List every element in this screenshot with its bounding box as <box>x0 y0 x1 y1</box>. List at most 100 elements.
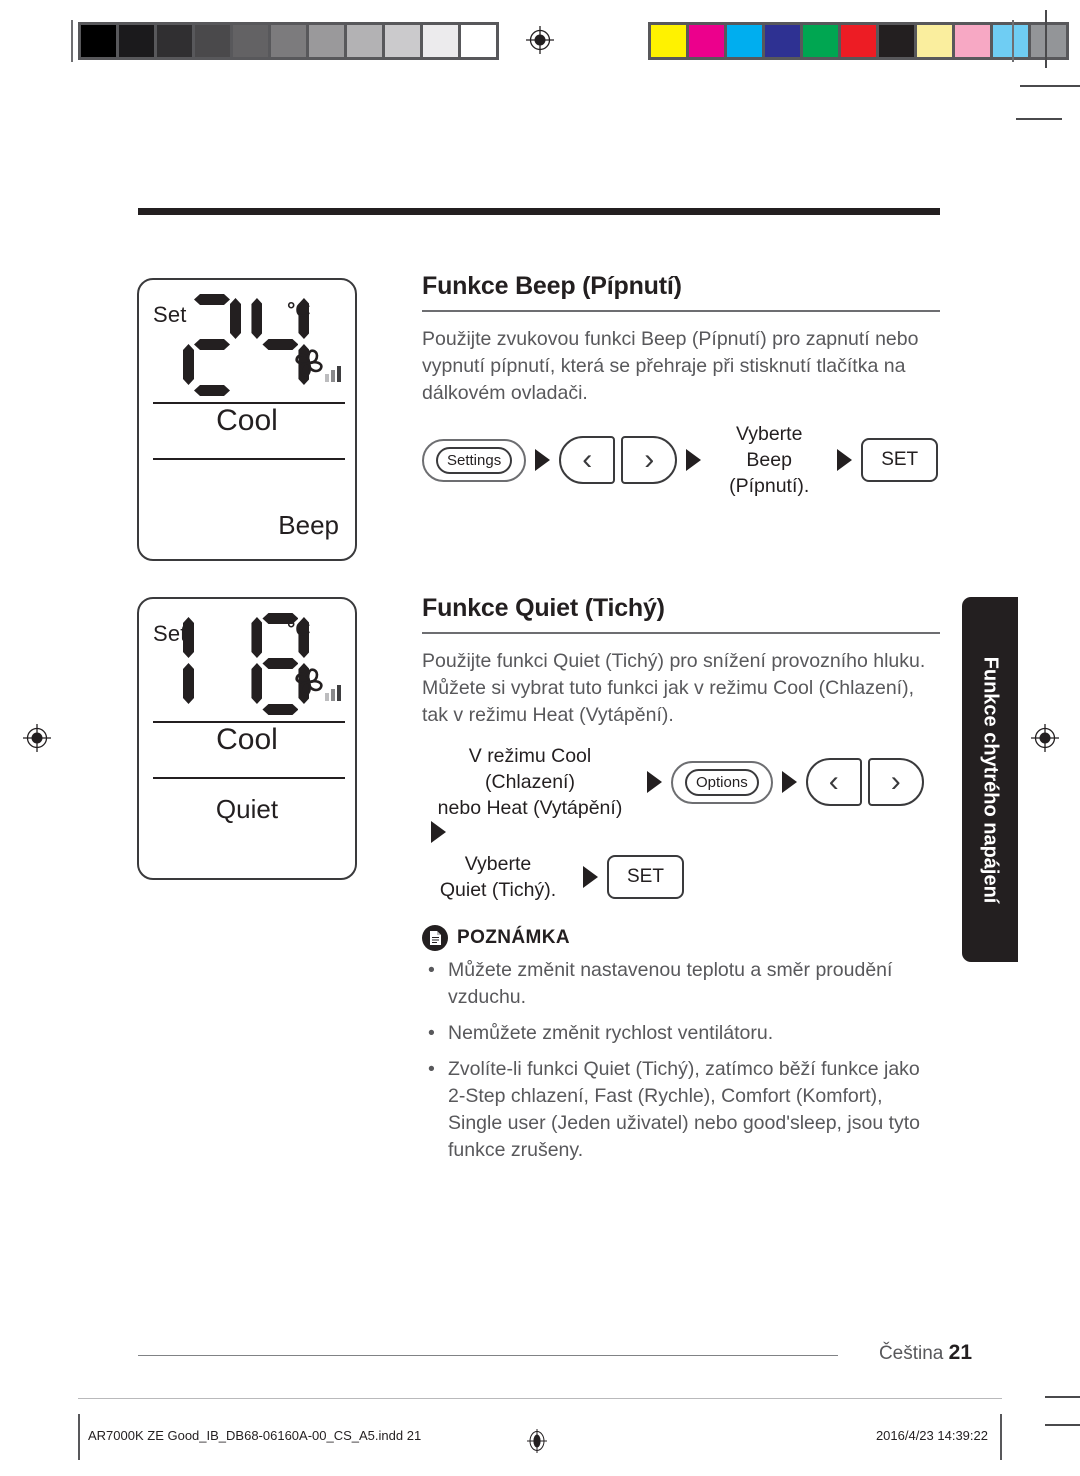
unit-celsius: °C <box>287 618 311 641</box>
section-quiet: Funkce Quiet (Tichý) Použijte funkci Qui… <box>422 594 940 1173</box>
quiet-step-flow-row2: Vyberte Quiet (Tichý). SET <box>422 851 940 903</box>
note-item: Zvolíte-li funkci Quiet (Tichý), zatímco… <box>422 1056 940 1164</box>
select-line-3: (Pípnutí). <box>729 475 810 497</box>
color-swatch-7 <box>917 25 952 57</box>
print-file-name: AR7000K ZE Good_IB_DB68-06160A-00_CS_A5.… <box>88 1428 422 1443</box>
flow-arrow-icon <box>583 866 598 888</box>
chapter-side-tab-label: Funkce chytrého napájení <box>979 656 1002 903</box>
digit-tens-quiet <box>183 613 241 715</box>
footer-rule <box>138 1355 838 1356</box>
registration-mark-top <box>525 25 555 55</box>
settings-button-label: Settings <box>436 446 513 474</box>
quiet-mode-instruction: V režimu Cool (Chlazení) nebo Heat (Vytá… <box>422 743 638 821</box>
set-button[interactable]: SET <box>861 438 939 482</box>
beep-step-flow: Settings ‹ › Vyberte Beep (Pípnutí). SET <box>422 421 940 499</box>
prev-button[interactable]: ‹ <box>559 436 616 484</box>
calibration-tick-left <box>71 20 73 62</box>
select-line-1: Vyberte <box>735 423 803 445</box>
section-body-beep: Použijte zvukovou funkci Beep (Pípnutí) … <box>422 328 919 404</box>
section-body-quiet: Použijte funkci Quiet (Tichý) pro snížen… <box>422 650 926 726</box>
grayscale-swatch-6 <box>309 25 344 57</box>
color-calibration-strip <box>648 22 1069 60</box>
grayscale-swatch-0 <box>81 25 116 57</box>
flow-arrow-icon <box>431 821 446 843</box>
flow-arrow-icon <box>647 771 662 793</box>
note-item: Můžete změnit nastavenou teplotu a směr … <box>422 957 940 1011</box>
grayscale-calibration-strip <box>78 22 499 60</box>
flow-arrow-icon <box>781 771 797 793</box>
header-rule <box>138 208 940 215</box>
section-beep: Funkce Beep (Pípnutí) Použijte zvukovou … <box>422 272 940 499</box>
print-timestamp: 2016/4/23 14:39:22 <box>875 1428 988 1443</box>
crop-mark-tr-h <box>1020 85 1080 87</box>
feature-label-quiet: Quiet <box>215 794 279 824</box>
digit-tens-beep <box>183 294 241 396</box>
section-title-quiet: Funkce Quiet (Tichý) <box>422 594 665 622</box>
grayscale-swatch-5 <box>271 25 306 57</box>
fan-icon <box>291 662 343 711</box>
language-label: Čeština <box>878 1343 944 1364</box>
set-label: Set <box>153 621 187 646</box>
calibration-tick-right <box>1012 20 1014 62</box>
chapter-side-tab: Funkce chytrého napájení <box>962 597 1018 962</box>
crop-mark-br-h2 <box>1045 1424 1080 1426</box>
select-line-2: Beep <box>746 449 792 471</box>
flow-arrow-icon <box>686 449 702 471</box>
print-footer-rule <box>78 1398 1002 1399</box>
note-document-icon <box>422 925 448 951</box>
lcd-divider-bottom <box>153 458 345 460</box>
grayscale-swatch-7 <box>347 25 382 57</box>
set-label: Set <box>153 302 187 327</box>
note-list: Můžete změnit nastavenou teplotu a směr … <box>422 957 940 1164</box>
quiet-step-flow-row1: V režimu Cool (Chlazení) nebo Heat (Vytá… <box>422 743 940 843</box>
registration-mark-left <box>22 723 52 753</box>
grayscale-swatch-3 <box>195 25 230 57</box>
select-line-1: Vyberte <box>464 853 532 875</box>
options-button[interactable]: Options <box>671 760 773 804</box>
mode-label: Cool <box>216 404 278 437</box>
page-footer: Čeština 21 <box>879 1341 972 1365</box>
beep-display-panel: Set °C Cool Beep <box>137 278 357 561</box>
crop-mark-tr-h2 <box>1016 118 1062 120</box>
registration-mark-footer <box>526 1428 548 1454</box>
color-swatch-2 <box>727 25 762 57</box>
select-line-2: Quiet (Tichý). <box>439 879 557 901</box>
settings-button[interactable]: Settings <box>422 438 527 482</box>
color-swatch-0 <box>651 25 686 57</box>
beep-select-instruction: Vyberte Beep (Pípnutí). <box>710 421 828 499</box>
grayscale-swatch-2 <box>157 25 192 57</box>
prev-button[interactable]: ‹ <box>805 758 862 806</box>
options-button-label: Options <box>685 768 759 796</box>
page-number: 21 <box>948 1341 972 1364</box>
grayscale-swatch-10 <box>461 25 496 57</box>
mode-line-1: V režimu Cool (Chlazení) <box>468 745 592 793</box>
next-button[interactable]: › <box>621 436 678 484</box>
mode-line-2: nebo Heat (Vytápění) <box>437 797 623 819</box>
manual-page: Set °C Cool Beep Set °C Cool Quiet Funkc… <box>0 0 1080 1476</box>
color-swatch-1 <box>689 25 724 57</box>
mode-label: Cool <box>216 723 278 756</box>
print-footer-bar-right <box>1000 1414 1002 1460</box>
section-rule <box>422 310 940 312</box>
section-title-beep: Funkce Beep (Pípnutí) <box>422 272 682 300</box>
note-title: POZNÁMKA <box>457 927 570 948</box>
flow-arrow-icon <box>535 449 551 471</box>
unit-celsius: °C <box>287 299 311 322</box>
print-footer-bar-left <box>78 1414 80 1460</box>
color-swatch-9 <box>993 25 1028 57</box>
crop-mark-tr-v <box>1045 10 1047 68</box>
flow-arrow-icon <box>837 449 853 471</box>
section-rule <box>422 632 940 634</box>
registration-mark-right <box>1030 723 1060 753</box>
color-swatch-5 <box>841 25 876 57</box>
grayscale-swatch-9 <box>423 25 458 57</box>
set-button[interactable]: SET <box>607 855 684 899</box>
color-swatch-3 <box>765 25 800 57</box>
next-button[interactable]: › <box>867 758 924 806</box>
quiet-display-panel: Set °C Cool Quiet <box>137 597 357 880</box>
quiet-select-instruction: Vyberte Quiet (Tichý). <box>422 851 574 903</box>
grayscale-swatch-1 <box>119 25 154 57</box>
color-swatch-10 <box>1031 25 1066 57</box>
grayscale-swatch-4 <box>233 25 268 57</box>
note-header: POZNÁMKA <box>422 925 940 951</box>
